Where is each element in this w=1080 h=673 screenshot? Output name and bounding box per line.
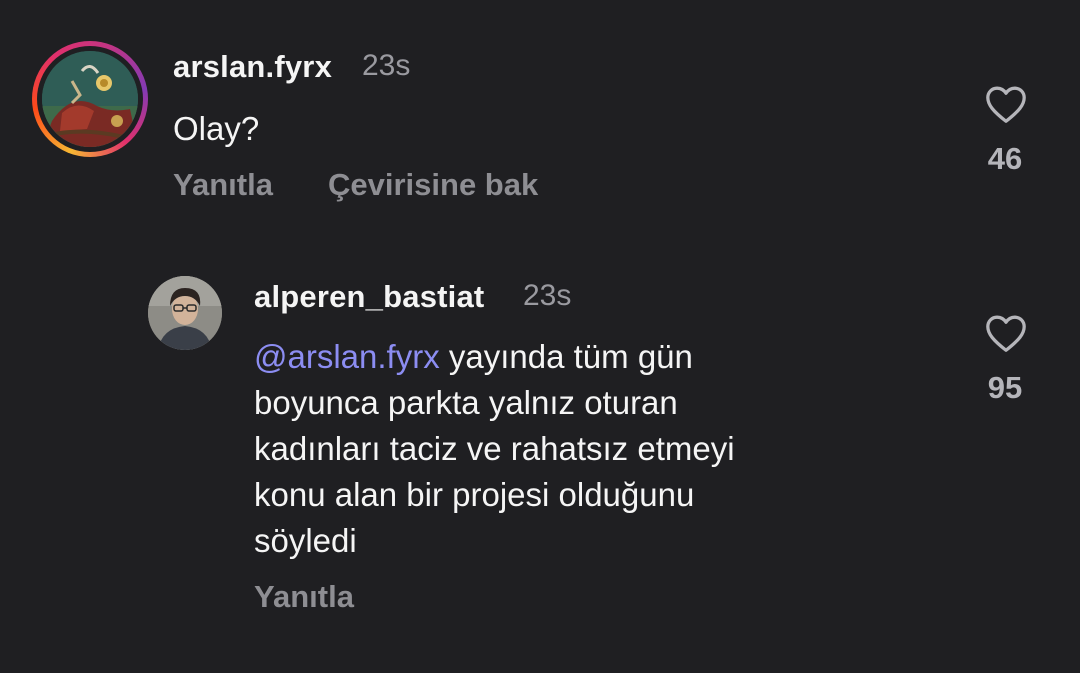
reply-text-line-5: söyledi	[254, 522, 357, 559]
reply-like-count: 95	[987, 370, 1023, 405]
mention-link[interactable]: @arslan.fyrx	[254, 338, 440, 375]
reply-text-line-2: boyunca parkta yalnız oturan	[254, 384, 678, 421]
story-ring[interactable]	[32, 41, 148, 157]
reply-username[interactable]: alperen_bastiat	[254, 279, 484, 315]
reply-text-line-3: kadınları taciz ve rahatsız etmeyi	[254, 430, 735, 467]
heart-outline-icon[interactable]	[984, 313, 1028, 353]
avatar-photo-image	[148, 276, 222, 350]
like-count: 46	[987, 141, 1023, 176]
reply-timestamp: 23s	[523, 279, 572, 312]
comment-thread: arslan.fyrx 23s Olay? Yanıtla Çevirisine…	[0, 0, 1080, 673]
reply-avatar[interactable]	[148, 276, 222, 350]
comment-text: Olay?	[173, 110, 260, 147]
reply-text-segment: yayında tüm gün	[439, 338, 693, 375]
reply-button[interactable]: Yanıtla	[173, 167, 273, 203]
see-translation-button[interactable]: Çevirisine bak	[328, 167, 538, 203]
reply-text: @arslan.fyrx yayında tüm gün boyunca par…	[254, 334, 735, 564]
heart-outline-icon[interactable]	[984, 84, 1028, 124]
avatar[interactable]	[42, 51, 138, 147]
avatar-painting-image	[42, 51, 138, 147]
comment-username[interactable]: arslan.fyrx	[173, 49, 332, 85]
reply-text-line-4: konu alan bir projesi olduğunu	[254, 476, 695, 513]
reply-reply-button[interactable]: Yanıtla	[254, 579, 354, 615]
reply-text-line-1: @arslan.fyrx yayında tüm gün	[254, 334, 735, 380]
comment-timestamp: 23s	[362, 49, 411, 82]
